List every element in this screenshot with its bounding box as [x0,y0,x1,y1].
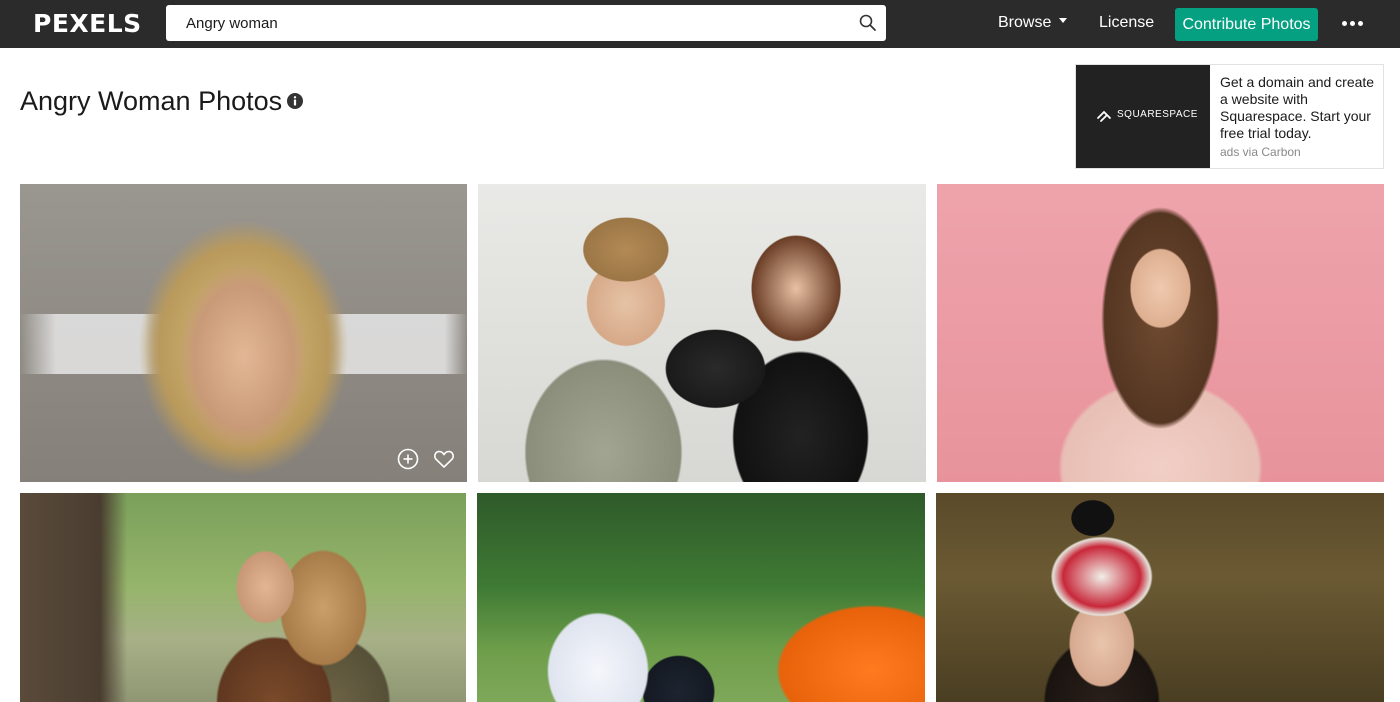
contribute-photos-button[interactable]: Contribute Photos [1175,8,1318,41]
ad-image[interactable]: SQUARESPACE [1076,65,1210,168]
squarespace-logo-icon [1097,110,1111,122]
nav-browse-label: Browse [998,14,1052,31]
heart-icon[interactable] [433,448,455,470]
nav-browse-menu[interactable]: Browse [998,14,1068,32]
search-bar [166,5,886,41]
ad-via-carbon[interactable]: ads via Carbon [1220,145,1301,159]
photo-tile-5[interactable] [477,493,925,702]
photo-tile-6[interactable] [936,493,1384,702]
pexels-logo[interactable]: PEXELS [33,9,142,38]
photo-tile-2[interactable] [478,184,926,482]
top-navbar: PEXELS Browse License Contribute Photos [0,0,1400,48]
photo-tile-1[interactable] [20,184,467,482]
photo-tile-3[interactable] [937,184,1384,482]
chevron-down-icon [1059,18,1068,24]
more-dots-icon[interactable] [1340,13,1366,33]
photo-tile-4[interactable] [20,493,466,702]
page-title: Angry Woman Photos [20,86,283,116]
ad-brand-name: SQUARESPACE [1117,109,1198,120]
search-input[interactable] [166,5,846,41]
photo-actions [387,448,455,470]
info-icon[interactable] [287,93,303,109]
ad-text[interactable]: Get a domain and create a website with S… [1220,74,1378,142]
search-icon[interactable] [858,13,878,33]
add-to-collection-icon[interactable] [397,448,419,470]
carbon-ad[interactable]: SQUARESPACE Get a domain and create a we… [1075,64,1384,169]
nav-license-link[interactable]: License [1099,14,1154,32]
